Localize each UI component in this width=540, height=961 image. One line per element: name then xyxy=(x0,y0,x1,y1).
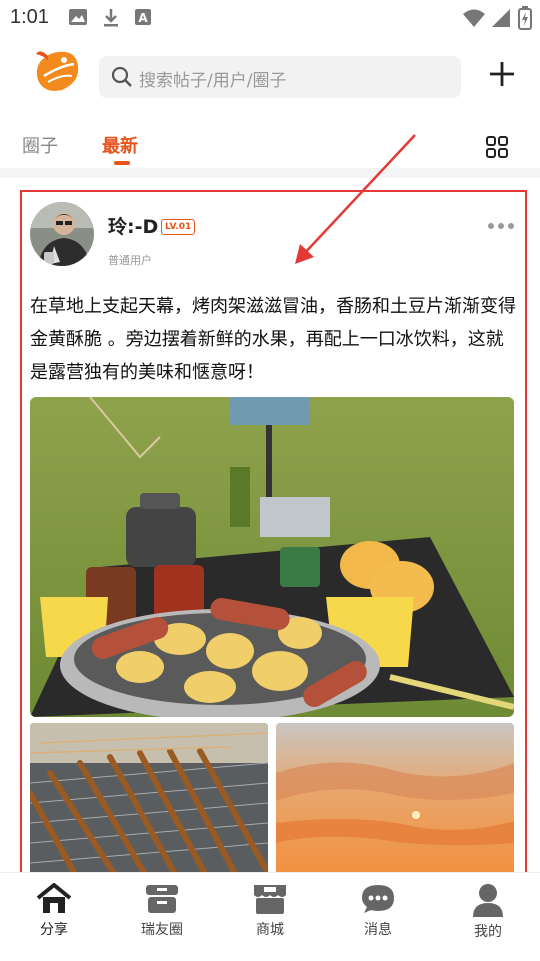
status-time: 1:01 xyxy=(10,6,49,28)
tab-circles[interactable]: 圈子 xyxy=(22,132,58,158)
feed-tabs: 圈子 最新 xyxy=(0,124,540,168)
person-icon xyxy=(448,883,528,917)
post-card[interactable]: 玲:-D LV.01 普通用户 在草地上支起天幕，烤肉架滋滋冒油，香肠和土豆片渐… xyxy=(20,190,527,874)
avatar[interactable] xyxy=(30,202,94,266)
chat-bubble-icon xyxy=(338,883,418,915)
tab-latest[interactable]: 最新 xyxy=(102,132,138,158)
app-notification-icon: A xyxy=(134,8,152,30)
search-icon xyxy=(111,66,133,92)
search-placeholder: 搜索帖子/用户/圈子 xyxy=(139,71,287,91)
post-image-skewers[interactable] xyxy=(30,723,268,872)
box-icon xyxy=(122,883,202,915)
nav-label-messages: 消息 xyxy=(364,922,392,938)
home-icon xyxy=(14,883,94,915)
svg-text:A: A xyxy=(138,11,148,25)
section-divider xyxy=(0,168,540,178)
status-bar: 1:01 A xyxy=(0,0,540,36)
level-badge: LV.01 xyxy=(161,219,196,235)
active-tab-indicator xyxy=(114,161,130,165)
nav-share[interactable]: 分享 xyxy=(14,883,94,939)
nav-label-store: 商城 xyxy=(256,922,284,938)
post-text: 在草地上支起天幕，烤肉架滋滋冒油，香肠和土豆片渐渐变得金黄酥脆 。旁边摆着新鲜的… xyxy=(30,296,516,383)
add-post-button[interactable] xyxy=(486,58,518,90)
search-bar[interactable]: 搜索帖子/用户/圈子 xyxy=(99,56,461,98)
nav-friends-circle[interactable]: 瑞友圈 xyxy=(122,883,202,939)
download-notification-icon xyxy=(102,8,120,32)
nav-label-share: 分享 xyxy=(40,922,68,938)
app-header: 搜索帖子/用户/圈子 xyxy=(0,40,540,114)
more-options-icon[interactable] xyxy=(487,216,515,235)
nav-label-me: 我的 xyxy=(474,924,502,940)
post-image-sunset[interactable] xyxy=(276,723,514,872)
image-notification-icon xyxy=(68,8,88,30)
grid-view-icon[interactable] xyxy=(486,136,508,162)
battery-icon xyxy=(518,6,532,34)
bottom-nav: 分享 瑞友圈 商城 消息 我的 xyxy=(0,872,540,961)
user-type-label: 普通用户 xyxy=(108,254,152,267)
nav-label-friends-circle: 瑞友圈 xyxy=(141,922,183,938)
nav-me[interactable]: 我的 xyxy=(448,883,528,941)
post-username[interactable]: 玲:-D xyxy=(108,212,158,239)
wifi-icon xyxy=(462,8,486,32)
post-image-main[interactable] xyxy=(30,397,514,717)
app-logo xyxy=(34,46,82,96)
signal-icon xyxy=(490,8,512,32)
store-icon xyxy=(230,883,310,915)
nav-messages[interactable]: 消息 xyxy=(338,883,418,939)
nav-store[interactable]: 商城 xyxy=(230,883,310,939)
